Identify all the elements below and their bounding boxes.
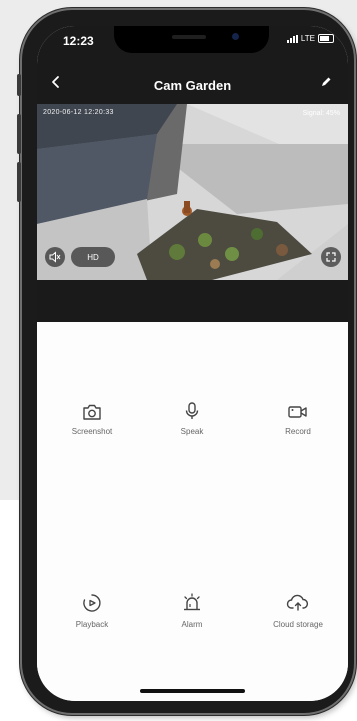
mute-button[interactable] [45,247,65,267]
quality-toggle[interactable]: HD [71,247,115,267]
phone-screen: 12:23 LTE Cam Garden 2020-06-12 12:20:33… [37,26,348,701]
cloud-storage-button[interactable]: Cloud storage [248,592,348,629]
volume-up-button [17,114,21,154]
record-label: Record [285,427,311,436]
control-grid: Screenshot Speak Record Playback Alarm C… [37,322,348,701]
speak-button[interactable]: Speak [142,401,242,436]
home-indicator[interactable] [140,689,245,693]
cloud-upload-icon [286,594,309,611]
battery-icon [318,34,334,43]
alarm-button[interactable]: Alarm [142,592,242,629]
app-header: 12:23 LTE Cam Garden [37,26,348,104]
video-bottom-bar [37,280,348,322]
status-time: 12:23 [63,34,94,48]
alarm-icon [184,593,200,611]
speak-label: Speak [180,427,204,436]
record-button[interactable]: Record [248,403,348,436]
signal-strength: Signal: 45% [302,110,340,117]
status-indicators: LTE [286,34,334,43]
video-camera-icon [288,406,307,418]
alarm-label: Alarm [181,620,203,629]
volume-down-button [17,162,21,202]
network-label: LTE [300,34,315,43]
camera-icon [83,404,101,420]
notch [114,26,269,53]
page-title: Cam Garden [153,78,232,93]
cellular-signal-icon [286,34,298,43]
mute-switch [17,74,21,96]
fullscreen-button[interactable] [321,247,341,267]
screenshot-label: Screenshot [71,427,113,436]
microphone-icon [185,402,199,419]
playback-icon [83,594,101,612]
playback-label: Playback [75,620,109,629]
screenshot-button[interactable]: Screenshot [42,403,142,436]
edit-button[interactable] [320,76,332,91]
fullscreen-icon [326,252,336,262]
pencil-icon [322,77,331,86]
cloud-storage-label: Cloud storage [273,620,323,629]
video-timestamp: 2020-06-12 12:20:33 [43,109,114,116]
speaker-muted-icon [49,251,61,263]
camera-live-view[interactable]: 2020-06-12 12:20:33 Signal: 45% HD [37,104,348,280]
playback-button[interactable]: Playback [42,592,142,629]
